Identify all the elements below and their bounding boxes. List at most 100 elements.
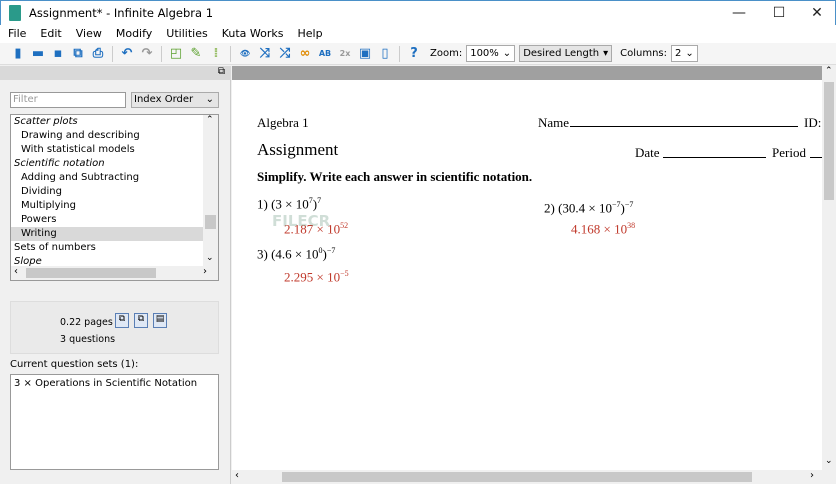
length-value: Desired Length bbox=[523, 48, 600, 59]
menu-view[interactable]: View bbox=[74, 25, 110, 43]
current-sets-list[interactable]: 3 × Operations in Scientific Notation bbox=[10, 374, 219, 470]
instructions: Simplify. Write each answer in scientifi… bbox=[257, 169, 533, 184]
scroll-thumb[interactable] bbox=[26, 268, 156, 278]
page-icon[interactable]: ◰ bbox=[168, 46, 184, 62]
copy-icon[interactable]: ⧉ bbox=[115, 313, 129, 328]
scroll-thumb[interactable] bbox=[824, 82, 834, 200]
scroll-up-icon[interactable]: ⌃ bbox=[825, 66, 833, 76]
menu-kuta-works[interactable]: Kuta Works bbox=[220, 25, 292, 43]
window-title: Assignment* - Infinite Algebra 1 bbox=[29, 6, 214, 20]
question-3: 3) (4.6 × 100)−7 bbox=[257, 246, 336, 262]
document-vertical-scrollbar[interactable]: ⌃ ⌄ bbox=[822, 66, 836, 470]
link-icon[interactable]: ∞ bbox=[297, 46, 313, 62]
new-icon[interactable]: ▮ bbox=[10, 46, 26, 62]
order-value: Index Order bbox=[134, 94, 194, 105]
tree-item[interactable]: Adding and Subtracting bbox=[11, 171, 204, 185]
period-line bbox=[810, 157, 822, 158]
save-icon[interactable]: ▪ bbox=[50, 46, 66, 62]
left-panel: ⧉ Filter Index Order ⌄ Scatter plots Drawi… bbox=[0, 66, 231, 484]
tree-horizontal-scrollbar[interactable]: ‹ › bbox=[11, 266, 218, 280]
shuffle-choices-icon[interactable]: ⤨ bbox=[257, 46, 273, 62]
zoom-label: Zoom: bbox=[430, 48, 463, 59]
date-label: Date bbox=[635, 145, 660, 160]
scroll-down-icon[interactable]: ⌄ bbox=[825, 456, 833, 466]
tree-item[interactable]: Multiplying bbox=[11, 199, 204, 213]
answer-exponent: 38 bbox=[627, 221, 636, 230]
answer-exponent: 52 bbox=[340, 221, 349, 230]
answer-3: 2.295 × 10−5 bbox=[284, 269, 349, 285]
shuffle-icon[interactable]: ⤮ bbox=[277, 46, 293, 62]
edit-icon[interactable]: ✎ bbox=[188, 46, 204, 62]
menu-help[interactable]: Help bbox=[295, 25, 330, 43]
question-expression: (3 × 10 bbox=[271, 196, 309, 212]
redo-icon[interactable]: ↷ bbox=[139, 46, 155, 62]
exponent-icon[interactable]: 2x bbox=[337, 46, 353, 62]
undo-icon[interactable]: ↶ bbox=[119, 46, 135, 62]
name-line bbox=[570, 126, 798, 127]
question-2: 2) (30.4 × 10−7)−7 bbox=[544, 200, 634, 216]
tree-item[interactable]: Scatter plots bbox=[11, 115, 204, 129]
view-icon[interactable]: 👁 bbox=[237, 46, 253, 62]
scroll-left-icon[interactable]: ‹ bbox=[14, 266, 18, 277]
document-icon[interactable]: ▯ bbox=[377, 46, 393, 62]
minimize-button[interactable]: — bbox=[719, 3, 759, 23]
scroll-right-icon[interactable]: › bbox=[810, 470, 814, 481]
inner-exponent: −7 bbox=[612, 200, 621, 209]
page-icon[interactable]: ▤ bbox=[153, 313, 167, 328]
tree-item[interactable]: With statistical models bbox=[11, 143, 204, 157]
zoom-value: 100% bbox=[470, 48, 499, 59]
tree-vertical-scrollbar[interactable]: ⌃ ⌄ bbox=[203, 115, 218, 267]
toolbar-separator bbox=[399, 45, 400, 62]
scroll-up-icon[interactable]: ⌃ bbox=[206, 115, 214, 125]
question-number: 2) bbox=[544, 200, 555, 216]
document-top-band bbox=[232, 66, 822, 80]
document-horizontal-scrollbar[interactable]: ‹ › bbox=[232, 470, 822, 484]
menu-file[interactable]: File bbox=[6, 25, 34, 43]
scroll-left-icon[interactable]: ‹ bbox=[235, 470, 239, 481]
scroll-right-icon[interactable]: › bbox=[203, 266, 207, 277]
number-icon[interactable]: ⁞ bbox=[208, 46, 224, 62]
chevron-down-icon: ⌄ bbox=[685, 48, 694, 59]
menu-edit[interactable]: Edit bbox=[38, 25, 69, 43]
maximize-button[interactable]: ☐ bbox=[759, 3, 799, 23]
question-number: 3) bbox=[257, 246, 268, 262]
presentation-icon[interactable]: ▣ bbox=[357, 46, 373, 62]
print-icon[interactable]: ⎙ bbox=[90, 46, 106, 62]
restore-icon[interactable]: ⧉ bbox=[218, 66, 225, 77]
chevron-down-icon: ⌄ bbox=[205, 94, 214, 105]
panel-header: ⧉ bbox=[0, 66, 231, 80]
tree-item[interactable]: Powers bbox=[11, 213, 204, 227]
caret-down-icon: ▾ bbox=[603, 48, 609, 59]
order-select[interactable]: Index Order ⌄ bbox=[131, 92, 219, 108]
filter-input[interactable]: Filter bbox=[10, 92, 126, 108]
outer-exponent: −7 bbox=[326, 246, 336, 255]
period-label: Period bbox=[772, 145, 806, 160]
assignment-title: Assignment bbox=[257, 140, 339, 159]
scroll-down-icon[interactable]: ⌄ bbox=[206, 253, 214, 263]
help-icon[interactable]: ? bbox=[406, 46, 422, 62]
scroll-thumb[interactable] bbox=[282, 472, 752, 482]
length-select[interactable]: Desired Length ▾ bbox=[519, 45, 613, 62]
scroll-thumb[interactable] bbox=[205, 215, 216, 229]
columns-value: 2 bbox=[675, 48, 682, 59]
duplicate-icon[interactable]: ⧉ bbox=[134, 313, 148, 328]
menu-modify[interactable]: Modify bbox=[114, 25, 160, 43]
tree-item[interactable]: Drawing and describing bbox=[11, 129, 204, 143]
id-label: ID: bbox=[804, 115, 822, 130]
zoom-select[interactable]: 100% ⌄ bbox=[466, 45, 516, 62]
open-icon[interactable]: ▬ bbox=[30, 46, 46, 62]
question-set-item[interactable]: 3 × Operations in Scientific Notation bbox=[14, 378, 197, 389]
topic-tree[interactable]: Scatter plots Drawing and describing With … bbox=[10, 114, 219, 281]
abcd-icon[interactable]: AB bbox=[317, 46, 333, 62]
answer-exponent: −5 bbox=[340, 269, 349, 278]
toolbar: ▮ ▬ ▪ ⧉ ⎙ ↶ ↷ ◰ ✎ ⁞ 👁 ⤨ ⤮ ∞ AB 2x ▣ ▯? Zoom: 100% ⌄ Desire… bbox=[0, 43, 836, 65]
tree-item[interactable]: Sets of numbers bbox=[11, 241, 204, 255]
close-button[interactable]: ✕ bbox=[797, 3, 836, 23]
menu-utilities[interactable]: Utilities bbox=[164, 25, 215, 43]
watermark: FILECR bbox=[272, 212, 331, 230]
columns-select[interactable]: 2 ⌄ bbox=[671, 45, 698, 62]
save-as-icon[interactable]: ⧉ bbox=[70, 46, 86, 62]
tree-item[interactable]: Writing bbox=[11, 227, 204, 241]
tree-item[interactable]: Scientific notation bbox=[11, 157, 204, 171]
tree-item[interactable]: Dividing bbox=[11, 185, 204, 199]
